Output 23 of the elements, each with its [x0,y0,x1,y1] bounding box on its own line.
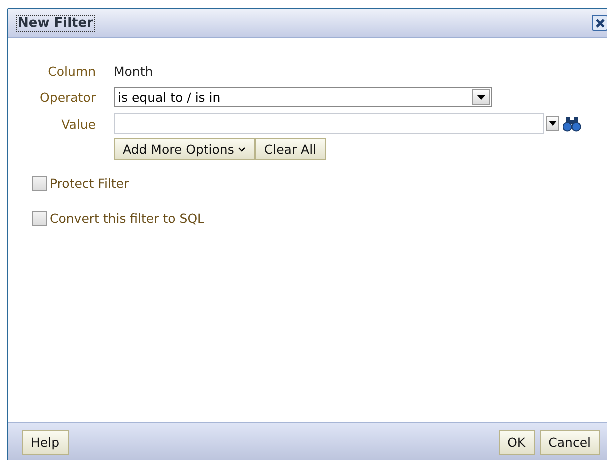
checkbox[interactable] [32,211,47,226]
column-value: Month [114,64,154,78]
clear-button[interactable]: Clear All [255,138,326,160]
column-label: Column [47,64,96,79]
chevron-icon [238,146,246,152]
dropdown-button[interactable] [546,116,559,131]
add-options-button[interactable]: Add More Options [114,138,256,160]
dropdown-icon [548,121,556,126]
checkbox-option[interactable]: Convert this filter to SQL [32,211,607,226]
operator-label: Operator [39,90,96,104]
help-button[interactable]: Help [22,430,68,454]
checkbox-option[interactable]: Protect Filter [32,176,607,191]
value-label: Value [60,117,96,132]
dropdown-icon [476,94,486,100]
operator-select[interactable]: is equal to / is in [114,87,492,107]
close-button[interactable] [592,15,607,31]
cancel-button[interactable]: Cancel [540,430,600,454]
ok-button[interactable]: OK [498,430,535,454]
binoculars-icon[interactable] [563,116,581,132]
close-icon [594,18,606,28]
checkbox[interactable] [32,176,47,191]
window-title: New Filter [17,16,94,30]
value-field[interactable] [114,113,544,134]
